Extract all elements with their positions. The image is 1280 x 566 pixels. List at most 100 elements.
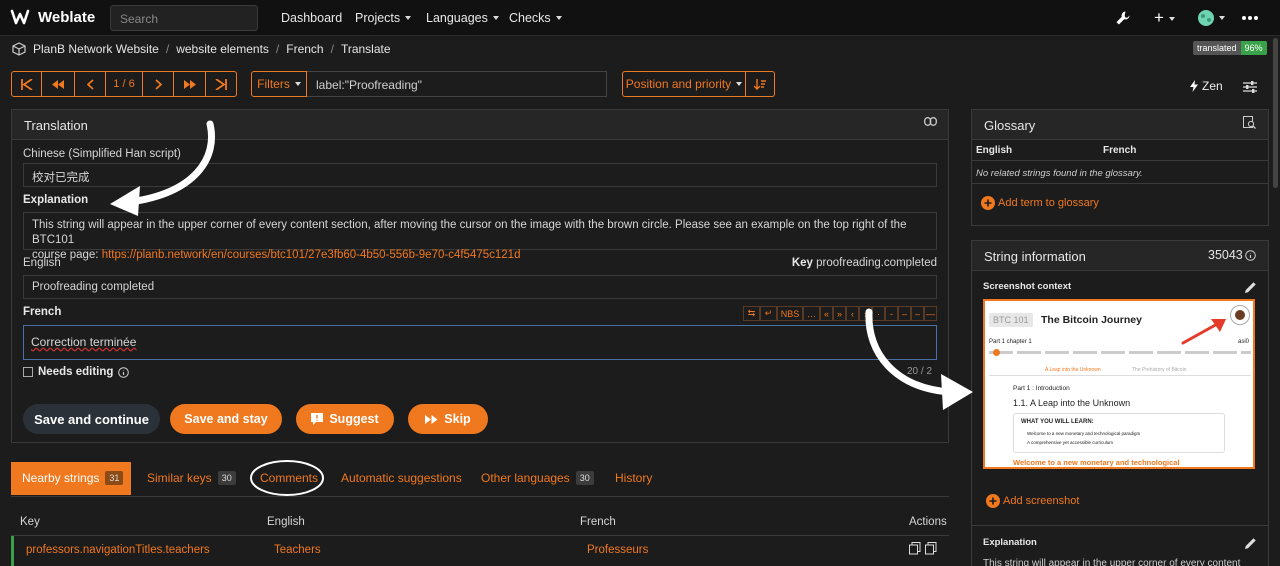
- shot-part: Part 1 chapter 1: [989, 339, 1032, 345]
- last-button[interactable]: [206, 71, 237, 97]
- crumb-project[interactable]: PlanB Network Website: [33, 42, 159, 56]
- tab-automatic-suggestions[interactable]: Automatic suggestions: [341, 471, 462, 485]
- page-scrollbar[interactable]: [1273, 38, 1278, 188]
- info-icon[interactable]: [1245, 250, 1256, 261]
- nav-projects[interactable]: Projects: [355, 11, 411, 25]
- tab-history[interactable]: History: [615, 471, 652, 485]
- skip-button[interactable]: Skip: [408, 404, 488, 434]
- glossary-search-icon[interactable]: [1243, 116, 1256, 129]
- tab-label: Automatic suggestions: [341, 471, 462, 485]
- shot-title: The Bitcoin Journey: [1041, 314, 1142, 326]
- column-header-french: French: [580, 516, 616, 528]
- add-menu[interactable]: +: [1154, 8, 1175, 28]
- add-screenshot-link[interactable]: Add screenshot: [986, 494, 1079, 508]
- previous-button[interactable]: [75, 71, 106, 97]
- checkbox-box: [23, 367, 33, 377]
- row-key[interactable]: professors.navigationTitles.teachers: [26, 544, 210, 556]
- key-label: Key: [791, 257, 813, 269]
- screenshot-thumbnail[interactable]: BTC 101 The Bitcoin Journey Part 1 chapt…: [983, 299, 1255, 469]
- shot-progress-dot: [993, 349, 1000, 356]
- tab-count: 31: [105, 471, 124, 485]
- badge-label: translated: [1193, 41, 1241, 55]
- shot-section: Part 1 : Introduction: [1013, 385, 1070, 392]
- nav-checks[interactable]: Checks: [509, 11, 562, 25]
- filters-button[interactable]: Filters: [251, 71, 307, 97]
- sort-button[interactable]: Position and priority: [622, 71, 746, 97]
- search-input[interactable]: Search: [110, 5, 258, 31]
- wrench-icon[interactable]: [1115, 10, 1131, 26]
- shot-item2: A comprehensive yet accessible curriculu…: [1027, 440, 1114, 445]
- french-translation-input[interactable]: Correction terminée: [23, 325, 937, 360]
- next-page-button[interactable]: [174, 71, 206, 97]
- shot-badge: BTC 101: [989, 313, 1033, 327]
- nav-languages[interactable]: Languages: [426, 11, 499, 25]
- next-button[interactable]: [143, 71, 174, 97]
- shot-progress: [989, 351, 1251, 354]
- plus-circle-icon: [986, 494, 1000, 508]
- explanation-text: This string will appear in the upper cor…: [32, 219, 907, 246]
- more-icon[interactable]: [1242, 16, 1258, 20]
- needs-editing-checkbox[interactable]: Needs editing: [23, 366, 130, 378]
- nbsp-button[interactable]: NBS: [777, 306, 803, 321]
- shot-brown-dot: [1235, 310, 1245, 320]
- skip-icon: [425, 414, 438, 424]
- save-continue-button[interactable]: Save and continue: [23, 404, 160, 434]
- column-header-english: English: [267, 516, 305, 528]
- save-stay-button[interactable]: Save and stay: [170, 404, 282, 434]
- user-menu[interactable]: [1198, 10, 1225, 26]
- crumb-current: Translate: [340, 42, 391, 56]
- sort-direction-button[interactable]: [746, 71, 775, 97]
- key-value: proofreading.completed: [816, 257, 937, 269]
- crumb-separator: /: [275, 42, 280, 56]
- avatar-icon: [1198, 10, 1214, 26]
- info-icon: [118, 366, 130, 378]
- tab-label: Similar keys: [147, 471, 212, 485]
- table-header-divider: [11, 535, 949, 536]
- last-icon: [215, 78, 227, 90]
- shot-footer: Welcome to a new monetary and technologi…: [1013, 458, 1180, 467]
- first-icon: [20, 78, 33, 90]
- row-english[interactable]: Teachers: [274, 544, 321, 556]
- char-button[interactable]: »: [833, 306, 846, 321]
- link-icon[interactable]: [924, 117, 937, 126]
- cube-icon: [12, 42, 26, 56]
- explanation-link[interactable]: https://planb.network/en/courses/btc101/…: [102, 249, 521, 261]
- prev-page-button[interactable]: [42, 71, 75, 97]
- pencil-icon[interactable]: [1244, 537, 1257, 550]
- suggest-icon: [311, 413, 324, 425]
- brand-name: Weblate: [38, 8, 96, 26]
- clone-source-button[interactable]: ⇆: [743, 306, 760, 321]
- column-header-actions: Actions: [909, 516, 947, 528]
- add-term-link[interactable]: Add term to glossary: [981, 196, 1099, 210]
- crumb-separator: /: [330, 42, 334, 56]
- crumb-language[interactable]: French: [286, 42, 323, 56]
- suggest-button[interactable]: Suggest: [296, 404, 394, 434]
- translation-title: Translation: [24, 118, 88, 133]
- tab-label: Nearby strings: [22, 471, 100, 485]
- first-button[interactable]: [11, 71, 42, 97]
- plus-circle-icon: [981, 196, 995, 210]
- row-french[interactable]: Professeurs: [587, 544, 648, 556]
- glossary-col-french: French: [1103, 145, 1137, 156]
- char-button[interactable]: «: [820, 306, 833, 321]
- french-label: French: [23, 306, 62, 318]
- chevron-left-icon: [86, 78, 94, 90]
- tab-other-languages[interactable]: Other languages 30: [481, 471, 594, 485]
- glossary-divider: [972, 183, 1268, 184]
- sliders-icon[interactable]: [1243, 80, 1257, 94]
- add-screenshot-label: Add screenshot: [1003, 495, 1080, 507]
- filter-query-input[interactable]: label:"Proofreading": [307, 71, 607, 97]
- copy-icon[interactable]: [909, 542, 937, 555]
- zen-button[interactable]: Zen: [1190, 79, 1223, 93]
- nav-dashboard[interactable]: Dashboard: [281, 11, 342, 25]
- ellipsis-button[interactable]: …: [803, 306, 820, 321]
- crumb-component[interactable]: website elements: [176, 42, 269, 56]
- annotation-arrow-right: [865, 308, 973, 410]
- skip-label: Skip: [444, 412, 471, 426]
- glossary-empty: No related strings found in the glossary…: [976, 168, 1143, 179]
- newline-button[interactable]: ↵: [760, 306, 777, 321]
- crumb-separator: /: [165, 42, 170, 56]
- pencil-icon[interactable]: [1244, 281, 1257, 294]
- tab-similar-keys[interactable]: Similar keys 30: [147, 471, 236, 485]
- brand[interactable]: Weblate: [10, 8, 95, 26]
